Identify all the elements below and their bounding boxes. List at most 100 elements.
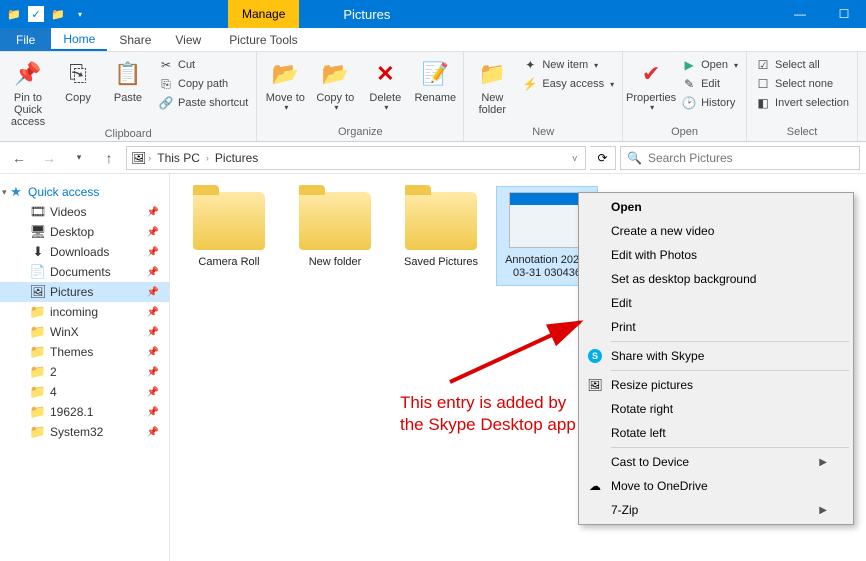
invert-icon: ◧ (755, 95, 771, 111)
crumb-this-pc[interactable]: This PC (153, 151, 204, 165)
folder-icon (193, 192, 265, 250)
folder-icon: 📁 (30, 344, 46, 360)
rename-button[interactable]: 📝Rename (411, 54, 459, 104)
forward-button[interactable]: → (36, 145, 62, 171)
file-item[interactable]: Camera Roll (178, 186, 280, 286)
folder-icon: 📁 (30, 404, 46, 420)
history-button[interactable]: 🕑History (677, 94, 742, 112)
group-label: Organize (261, 126, 459, 139)
back-button[interactable]: ← (6, 145, 32, 171)
properties-button[interactable]: ✔Properties▾ (627, 54, 675, 113)
nav-item-documents[interactable]: 📄Documents📌 (0, 262, 169, 282)
easy-access-button[interactable]: ⚡Easy access▾ (518, 75, 618, 93)
menu-item-rotate-right[interactable]: Rotate right (581, 397, 851, 421)
select-all-button[interactable]: ☑Select all (751, 56, 853, 74)
nav-item-incoming[interactable]: 📁incoming📌 (0, 302, 169, 322)
invert-selection-button[interactable]: ◧Invert selection (751, 94, 853, 112)
picture-tools-tab[interactable]: Picture Tools (217, 28, 309, 51)
menu-label: Print (611, 320, 636, 334)
nav-item-desktop[interactable]: 🖥Desktop📌 (0, 222, 169, 242)
copy-path-button[interactable]: ⎘Copy path (154, 75, 252, 93)
nav-item-videos[interactable]: 🎞Videos📌 (0, 202, 169, 222)
navigation-pane: ▾ ★ Quick access 🎞Videos📌🖥Desktop📌⬇Downl… (0, 174, 170, 561)
pin-icon: 📌 (147, 267, 159, 278)
rename-icon: 📝 (419, 58, 451, 90)
recent-button[interactable]: ▾ (66, 145, 92, 171)
group-label: New (468, 126, 618, 139)
folder-icon: 📁 (30, 324, 46, 340)
maximize-button[interactable]: ☐ (822, 0, 866, 28)
delete-button[interactable]: ✕Delete▾ (361, 54, 409, 113)
pin-icon: 📌 (147, 387, 159, 398)
copy-to-button[interactable]: 📂Copy to▾ (311, 54, 359, 113)
folder-icon: 📁 (6, 6, 22, 22)
nav-label: Documents (50, 265, 111, 279)
nav-item-themes[interactable]: 📁Themes📌 (0, 342, 169, 362)
share-tab[interactable]: Share (107, 28, 163, 51)
file-item[interactable]: Saved Pictures (390, 186, 492, 286)
menu-item-open[interactable]: Open (581, 195, 851, 219)
crumb-pictures[interactable]: Pictures (211, 151, 262, 165)
menu-item-resize-pictures[interactable]: 🖼Resize pictures (581, 373, 851, 397)
new-folder-button[interactable]: 📁New folder (468, 54, 516, 116)
search-input[interactable] (648, 151, 853, 165)
folder-icon: 📁 (50, 6, 66, 22)
view-tab[interactable]: View (163, 28, 213, 51)
nav-item-downloads[interactable]: ⬇Downloads📌 (0, 242, 169, 262)
paste-shortcut-button[interactable]: 🔗Paste shortcut (154, 94, 252, 112)
chevron-right-icon: ▶ (819, 457, 827, 468)
folder-icon: ⬇ (30, 244, 46, 260)
up-button[interactable]: ↑ (96, 145, 122, 171)
copy-button[interactable]: ⎘Copy (54, 54, 102, 104)
menu-item-move-to-onedrive[interactable]: ☁Move to OneDrive (581, 474, 851, 498)
menu-item-edit-with-photos[interactable]: Edit with Photos (581, 243, 851, 267)
address-dropdown-icon[interactable]: v (573, 153, 582, 163)
group-label: Open (627, 126, 742, 139)
menu-label: Create a new video (611, 224, 714, 238)
cut-button[interactable]: ✂Cut (154, 56, 252, 74)
menu-separator (611, 341, 849, 342)
nav-item-19628-1[interactable]: 📁19628.1📌 (0, 402, 169, 422)
open-button[interactable]: ▶Open▾ (677, 56, 742, 74)
menu-item-create-a-new-video[interactable]: Create a new video (581, 219, 851, 243)
menu-item-7-zip[interactable]: 7-Zip▶ (581, 498, 851, 522)
menu-item-set-as-desktop-background[interactable]: Set as desktop background (581, 267, 851, 291)
move-to-button[interactable]: 📂Move to▾ (261, 54, 309, 113)
nav-item-pictures[interactable]: 🖼Pictures📌 (0, 282, 169, 302)
menu-item-edit[interactable]: Edit (581, 291, 851, 315)
search-box[interactable]: 🔍 (620, 146, 860, 170)
menu-item-rotate-left[interactable]: Rotate left (581, 421, 851, 445)
menu-item-print[interactable]: Print (581, 315, 851, 339)
nav-item-winx[interactable]: 📁WinX📌 (0, 322, 169, 342)
pin-icon: 📌 (147, 347, 159, 358)
window-controls: — ☐ (778, 0, 866, 28)
image-thumbnail (509, 192, 585, 248)
paste-button[interactable]: 📋Paste (104, 54, 152, 104)
properties-icon: ✔ (635, 58, 667, 90)
quick-access-header[interactable]: ▾ ★ Quick access (0, 182, 169, 202)
nav-label: Videos (50, 205, 86, 219)
file-item[interactable]: New folder (284, 186, 386, 286)
nav-label: 4 (50, 385, 57, 399)
menu-item-cast-to-device[interactable]: Cast to Device▶ (581, 450, 851, 474)
nav-item-4[interactable]: 📁4📌 (0, 382, 169, 402)
menu-item-share-with-skype[interactable]: SShare with Skype (581, 344, 851, 368)
file-tab[interactable]: File (0, 28, 51, 51)
nav-item-2[interactable]: 📁2📌 (0, 362, 169, 382)
minimize-button[interactable]: — (778, 0, 822, 28)
qat-dropdown-icon[interactable]: ▾ (72, 6, 88, 22)
menu-label: Rotate left (611, 426, 666, 440)
refresh-button[interactable]: ⟳ (590, 146, 616, 170)
folder-icon: 📁 (30, 304, 46, 320)
menu-label: Edit with Photos (611, 248, 697, 262)
breadcrumb[interactable]: 🖼 › This PC › Pictures v (126, 146, 586, 170)
new-folder-icon: 📁 (476, 58, 508, 90)
home-tab[interactable]: Home (51, 28, 107, 51)
edit-button[interactable]: ✎Edit (677, 75, 742, 93)
qat-checkbox[interactable]: ✓ (28, 6, 44, 22)
select-none-button[interactable]: ☐Select none (751, 75, 853, 93)
pictures-icon: 🖼 (131, 151, 146, 165)
pin-quick-access-button[interactable]: 📌Pin to Quick access (4, 54, 52, 128)
nav-item-system32[interactable]: 📁System32📌 (0, 422, 169, 442)
new-item-button[interactable]: ✦New item▾ (518, 56, 618, 74)
